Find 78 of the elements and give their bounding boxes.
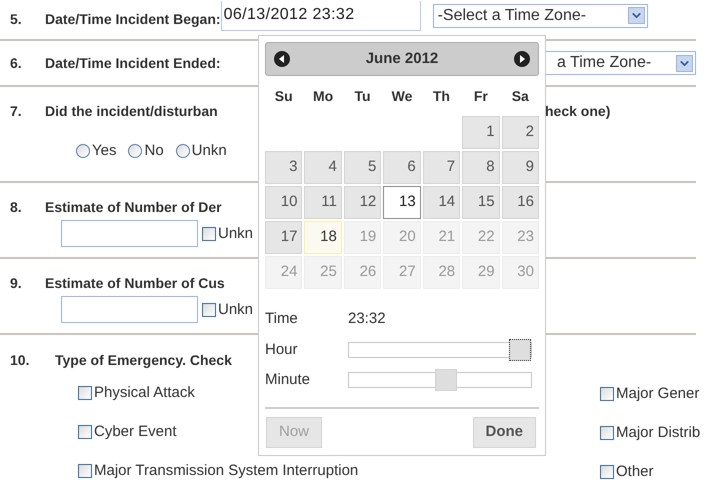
question-number: 10.: [10, 351, 30, 370]
question-label: Did the incident/disturban: [45, 102, 218, 121]
time-value: 23:32: [348, 308, 386, 329]
slider-thumb[interactable]: [509, 339, 531, 361]
dropdown-button[interactable]: [628, 7, 645, 24]
weekday-header: Mo: [312, 87, 334, 106]
radio-label: Yes: [92, 141, 116, 161]
checkbox[interactable]: [78, 425, 92, 439]
previous-month-icon[interactable]: [274, 51, 290, 67]
question-number: 9.: [10, 274, 23, 293]
calendar-day[interactable]: 8: [462, 151, 500, 184]
slider-track[interactable]: [348, 342, 532, 358]
calendar-day[interactable]: 17: [265, 221, 302, 254]
radio-label: No: [144, 141, 164, 161]
checkbox-label: Other: [616, 463, 654, 480]
calendar-day[interactable]: 16: [502, 186, 539, 219]
time-label: Time: [265, 308, 299, 329]
checkbox[interactable]: [78, 464, 92, 478]
calendar-day[interactable]: 5: [344, 151, 382, 184]
checkbox[interactable]: [600, 426, 614, 440]
calendar-day[interactable]: 3: [265, 151, 302, 184]
slider-track[interactable]: [348, 372, 532, 388]
calendar-day[interactable]: 15: [462, 186, 500, 219]
timezone-select[interactable]: a Time Zone-: [545, 51, 696, 75]
timezone-select[interactable]: -Select a Time Zone-: [432, 4, 648, 28]
checkbox-label: Major Distrib: [616, 424, 700, 442]
question-number: 7.: [10, 102, 23, 121]
datetime-input[interactable]: 06/13/2012 23:32: [220, 0, 421, 30]
calendar-day[interactable]: 1: [462, 116, 500, 149]
checkbox[interactable]: [600, 387, 614, 401]
radio-button[interactable]: [176, 144, 190, 158]
question-label-continued: heck one): [545, 102, 612, 121]
checkbox-label: Physical Attack: [94, 384, 195, 402]
checkbox-label: Unkn: [218, 300, 254, 318]
question-label: Estimate of Number of Der: [45, 198, 222, 217]
calendar-day[interactable]: 2: [502, 116, 539, 149]
number-input[interactable]: [61, 220, 198, 247]
weekday-header: Fr: [472, 87, 489, 106]
question-number: 5.: [10, 10, 23, 29]
calendar-day[interactable]: 10: [265, 186, 302, 219]
calendar-day[interactable]: 7: [422, 151, 460, 184]
question-label: Type of Emergency. Check: [55, 351, 232, 370]
question-number: 6.: [10, 54, 23, 72]
checkbox[interactable]: [78, 386, 92, 400]
calendar-day[interactable]: 4: [304, 151, 342, 184]
calendar-day[interactable]: 11: [304, 186, 342, 219]
checkbox-label: Unkn: [218, 224, 254, 242]
weekday-header: Sa: [510, 87, 530, 106]
calendar-day[interactable]: 6: [383, 151, 421, 184]
radio-label: Unkn: [192, 141, 227, 161]
weekday-header: Su: [274, 87, 294, 106]
question-label: Date/Time Incident Ended:: [45, 54, 221, 72]
checkbox-label: Major Gener: [616, 385, 700, 403]
weekday-header: We: [390, 87, 414, 106]
weekday-header: Th: [432, 87, 451, 106]
question-label: Estimate of Number of Cus: [45, 274, 225, 293]
weekday-header: Tu: [354, 87, 372, 106]
radio-button[interactable]: [76, 144, 90, 158]
question-number: 8.: [10, 198, 23, 217]
checkbox[interactable]: [202, 226, 216, 240]
number-input[interactable]: [61, 296, 198, 323]
calendar-day[interactable]: 14: [422, 186, 460, 219]
month-title: June 2012: [366, 48, 438, 69]
question-label: Date/Time Incident Began:: [45, 10, 221, 29]
dropdown-button[interactable]: [676, 54, 693, 72]
calendar-day[interactable]: 12: [344, 186, 382, 219]
slider-label: Minute: [265, 370, 312, 390]
checkbox-label: Major Transmission System Interruption: [94, 462, 358, 480]
done-button[interactable]: Done: [472, 417, 536, 448]
next-month-icon[interactable]: [514, 51, 530, 67]
checkbox[interactable]: [600, 465, 614, 479]
calendar-day[interactable]: 18: [304, 221, 342, 254]
calendar-day[interactable]: 13: [383, 186, 421, 219]
checkbox[interactable]: [202, 302, 216, 316]
calendar-day[interactable]: 9: [502, 151, 539, 184]
slider-label: Hour: [265, 340, 299, 360]
checkbox-label: Cyber Event: [94, 423, 177, 441]
radio-button[interactable]: [128, 144, 142, 158]
